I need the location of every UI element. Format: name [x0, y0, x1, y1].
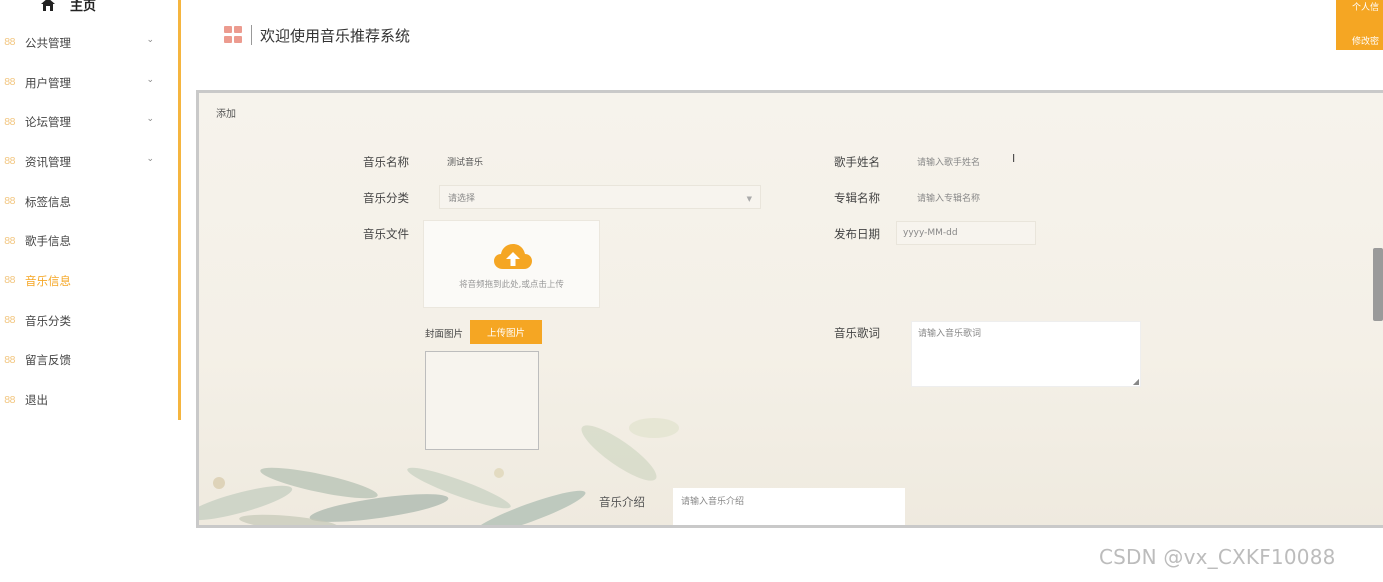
release-date-label: 发布日期 — [834, 227, 880, 241]
home-label: 主页 — [70, 0, 97, 14]
lyrics-textarea[interactable]: 请输入音乐歌词 ◢ — [911, 321, 1141, 387]
category-label: 音乐分类 — [363, 191, 409, 205]
cover-preview — [425, 351, 539, 450]
sidebar-item-label: 音乐分类 — [25, 313, 71, 328]
upload-image-button[interactable]: 上传图片 — [470, 320, 542, 344]
chevron-down-icon: ▼ — [746, 195, 752, 203]
music-file-dropzone[interactable]: 将音频拖到此处,或点击上传 — [423, 220, 600, 308]
sidebar-item[interactable]: 88 用户管理 ⌄ — [0, 63, 178, 103]
chevron-down-icon: ⌄ — [146, 74, 154, 85]
sidebar-item[interactable]: 88 音乐分类 — [0, 301, 178, 341]
watermark: CSDN @vx_CXKF10088 — [1099, 545, 1336, 569]
intro-label: 音乐介绍 — [599, 495, 645, 509]
page-title: 欢迎使用音乐推荐系统 — [260, 27, 411, 45]
sidebar-item-label: 标签信息 — [25, 194, 71, 209]
lyrics-label: 音乐歌词 — [834, 326, 880, 340]
sidebar-item-label: 资讯管理 — [25, 154, 71, 169]
album-name-input[interactable]: 请输入专辑名称 — [909, 185, 1144, 209]
upload-hint: 将音频拖到此处,或点击上传 — [459, 280, 564, 290]
home-icon — [40, 0, 56, 11]
change-password-link[interactable]: 修改密 — [1352, 34, 1379, 47]
sidebar-item[interactable]: 88 留言反馈 — [0, 341, 178, 381]
sidebar: 主页 88 公共管理 ⌄ 88 用户管理 ⌄ 88 论坛管理 ⌄ 88 资讯管理 ⌄ 88 标签信息 88 歌… — [0, 0, 181, 420]
menu-bullet-icon: 88 — [4, 235, 16, 247]
category-select-value: 请选择 — [448, 193, 476, 204]
singer-name-label: 歌手姓名 — [834, 155, 880, 169]
panel-title: 添加 — [216, 109, 236, 120]
sidebar-item-label: 公共管理 — [25, 35, 71, 50]
header-divider — [251, 25, 252, 45]
intro-textarea[interactable]: 请输入音乐介绍 — [673, 488, 905, 525]
resize-grip-icon[interactable]: ◢ — [1133, 377, 1139, 386]
sidebar-item[interactable]: 88 歌手信息 — [0, 221, 178, 261]
sidebar-item[interactable]: 88 论坛管理 ⌄ — [0, 102, 178, 142]
profile-link[interactable]: 个人信 — [1352, 0, 1379, 13]
chevron-down-icon: ⌄ — [146, 114, 154, 125]
text-cursor-icon: I — [1012, 152, 1016, 165]
music-name-input[interactable]: 测试音乐 — [439, 149, 759, 173]
menu-bullet-icon: 88 — [4, 315, 16, 327]
sidebar-item[interactable]: 88 退出 — [0, 380, 178, 420]
sidebar-item[interactable]: 88 音乐信息 — [0, 261, 178, 301]
sidebar-menu: 88 公共管理 ⌄ 88 用户管理 ⌄ 88 论坛管理 ⌄ 88 资讯管理 ⌄ 88 标签信息 88 歌手信息… — [0, 23, 178, 420]
cloud-upload-icon — [494, 244, 532, 269]
music-name-label: 音乐名称 — [363, 155, 409, 169]
singer-name-input[interactable]: 请输入歌手姓名 — [909, 149, 1144, 173]
grid-logo-icon — [224, 26, 242, 44]
home-link[interactable]: 主页 — [40, 0, 96, 14]
menu-bullet-icon: 88 — [4, 394, 16, 406]
sidebar-item-label: 退出 — [25, 393, 48, 408]
release-date-input[interactable]: yyyy-MM-dd — [896, 221, 1036, 245]
menu-bullet-icon: 88 — [4, 196, 16, 208]
scrollbar-thumb[interactable] — [1373, 248, 1383, 321]
user-menu[interactable]: 个人信 修改密 — [1336, 0, 1383, 50]
menu-bullet-icon: 88 — [4, 37, 16, 49]
lyrics-placeholder: 请输入音乐歌词 — [918, 329, 982, 339]
category-select[interactable]: 请选择 ▼ — [439, 185, 761, 209]
sidebar-item-label: 音乐信息 — [25, 273, 71, 288]
menu-bullet-icon: 88 — [4, 275, 16, 287]
sidebar-item[interactable]: 88 标签信息 — [0, 182, 178, 222]
menu-bullet-icon: 88 — [4, 116, 16, 128]
cover-label: 封面图片 — [425, 329, 464, 340]
music-file-label: 音乐文件 — [363, 227, 409, 241]
menu-bullet-icon: 88 — [4, 354, 16, 366]
chevron-down-icon: ⌄ — [146, 35, 154, 45]
menu-bullet-icon: 88 — [4, 77, 16, 89]
sidebar-item-label: 用户管理 — [25, 75, 71, 90]
chevron-down-icon: ⌄ — [146, 154, 154, 165]
add-form-panel: 添加 音乐名称 测试音乐 歌手姓名 请输入歌手姓名 I 音乐分类 请选择 ▼ 专… — [196, 90, 1383, 528]
sidebar-item-label: 论坛管理 — [25, 115, 71, 130]
menu-bullet-icon: 88 — [4, 156, 16, 168]
sidebar-item-label: 留言反馈 — [25, 353, 71, 368]
sidebar-item[interactable]: 88 公共管理 ⌄ — [0, 23, 178, 63]
sidebar-item[interactable]: 88 资讯管理 ⌄ — [0, 142, 178, 182]
sidebar-item-label: 歌手信息 — [25, 234, 71, 249]
intro-placeholder: 请输入音乐介绍 — [681, 497, 745, 507]
album-name-label: 专辑名称 — [834, 191, 880, 205]
